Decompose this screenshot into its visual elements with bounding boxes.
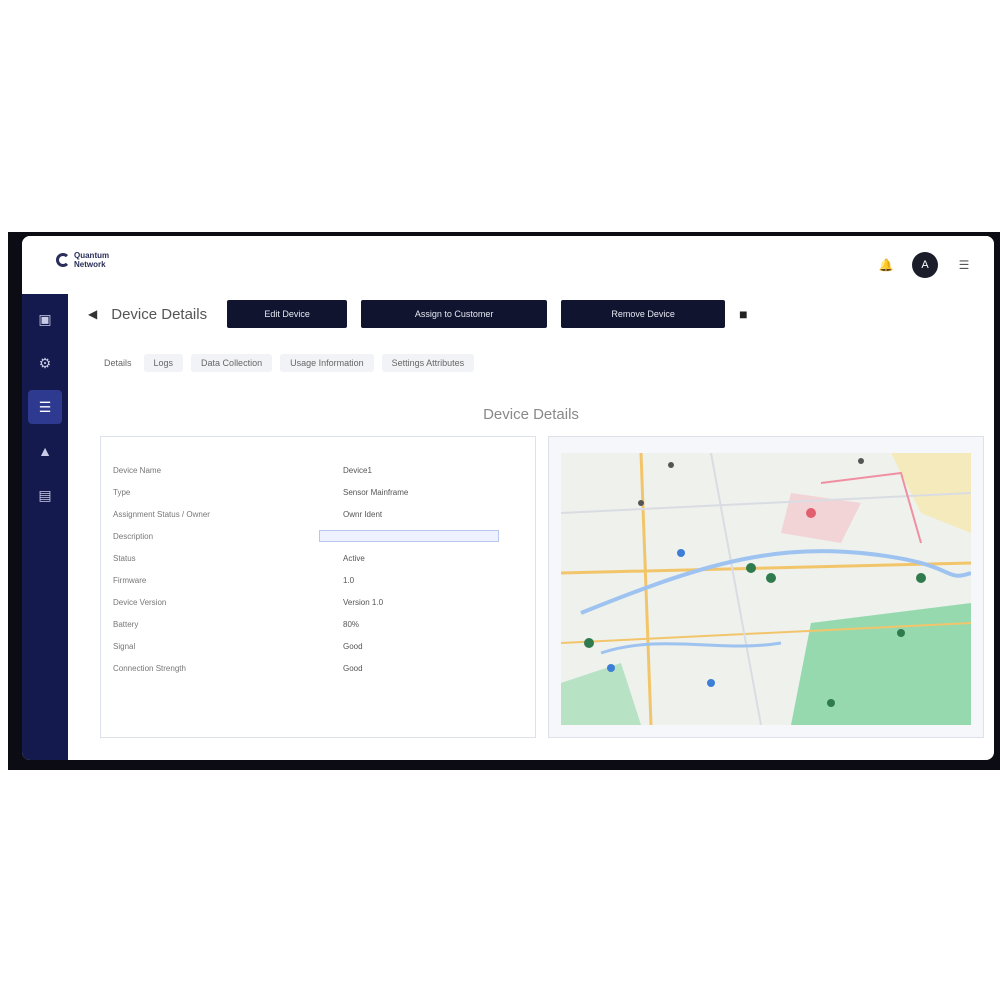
sidebar: ▣ ⚙ ☰ ▲ ▤ xyxy=(22,294,68,760)
list-icon: ☰ xyxy=(38,398,52,415)
detail-value: Good xyxy=(343,641,363,651)
sidebar-item-settings[interactable]: ⚙ xyxy=(28,346,62,380)
detail-key: Description xyxy=(113,531,154,541)
detail-row: Battery 80% xyxy=(113,613,523,635)
detail-value: 80% xyxy=(343,619,360,629)
detail-row: Signal Good xyxy=(113,635,523,657)
dashboard-icon: ▣ xyxy=(38,310,52,327)
detail-key: Battery xyxy=(113,619,139,629)
remove-device-button[interactable]: Remove Device xyxy=(561,300,726,328)
detail-key: Connection Strength xyxy=(113,663,186,673)
detail-key: Status xyxy=(113,553,136,563)
detail-value: 1.0 xyxy=(343,575,355,585)
logo-text-line2: Network xyxy=(74,260,106,269)
sidebar-item-devices[interactable]: ☰ xyxy=(28,390,62,424)
tab-settings-attributes[interactable]: Settings Attributes xyxy=(381,354,475,372)
detail-row: Type Sensor Mainframe xyxy=(113,481,523,503)
section-title: Device Details xyxy=(483,406,579,423)
top-right-actions: 🔔 A ☰ xyxy=(876,252,974,278)
detail-key: Signal xyxy=(113,641,136,651)
detail-row: Connection Strength Good xyxy=(113,657,523,679)
bell-icon[interactable]: 🔔 xyxy=(876,255,896,275)
tab-bar: Details Logs Data Collection Usage Infor… xyxy=(100,354,475,372)
device-map[interactable] xyxy=(561,453,971,725)
edit-device-button[interactable]: Edit Device xyxy=(227,300,348,328)
sidebar-item-analytics[interactable]: ▲ xyxy=(28,434,62,468)
assign-customer-button[interactable]: Assign to Customer xyxy=(361,300,548,328)
detail-value: Ownr Ident xyxy=(343,509,383,519)
tab-usage-information[interactable]: Usage Information xyxy=(280,354,374,372)
detail-row: Assignment Status / Owner Ownr Ident xyxy=(113,503,523,525)
sidebar-item-dashboard[interactable]: ▣ xyxy=(28,302,62,336)
detail-value: Device1 xyxy=(343,465,372,475)
logo-text-line1: Quantum xyxy=(74,251,110,260)
detail-value: Version 1.0 xyxy=(343,597,384,607)
detail-row: Firmware 1.0 xyxy=(113,569,523,591)
tab-details[interactable]: Details xyxy=(100,354,136,372)
main-content: ◀ Device Details Edit Device Assign to C… xyxy=(68,294,994,760)
detail-key: Assignment Status / Owner xyxy=(113,509,210,519)
page-title: Device Details xyxy=(111,305,208,323)
detail-key: Firmware xyxy=(113,575,147,585)
tab-logs[interactable]: Logs xyxy=(143,354,184,372)
details-panel: Device Name Device1 Type Sensor Mainframe … xyxy=(100,436,536,738)
gear-icon: ⚙ xyxy=(38,354,52,371)
logo-icon xyxy=(56,253,70,267)
tab-data-collection[interactable]: Data Collection xyxy=(191,354,273,372)
map-panel xyxy=(548,436,984,738)
chart-icon: ▲ xyxy=(38,443,52,459)
avatar[interactable]: A xyxy=(912,252,938,278)
detail-key: Device Name xyxy=(113,465,162,475)
window-frame: Quantum Network 🔔 A ☰ ▣ ⚙ ☰ ▲ ▤ ◀ Device… xyxy=(8,232,1000,770)
detail-row: Device Name Device1 xyxy=(113,459,523,481)
top-bar: Quantum Network 🔔 A ☰ xyxy=(22,236,994,294)
details-list: Device Name Device1 Type Sensor Mainframe … xyxy=(113,459,523,679)
sidebar-item-reports[interactable]: ▤ xyxy=(28,478,62,512)
app-window: Quantum Network 🔔 A ☰ ▣ ⚙ ☰ ▲ ▤ ◀ Device… xyxy=(22,236,994,760)
app-logo[interactable]: Quantum Network xyxy=(56,251,109,269)
detail-row: Device Version Version 1.0 xyxy=(113,591,523,613)
detail-key: Type xyxy=(113,487,131,497)
document-icon: ▤ xyxy=(38,486,52,503)
more-icon[interactable]: ■ xyxy=(739,306,747,322)
description-field[interactable] xyxy=(319,530,499,542)
detail-value: Active xyxy=(343,553,365,563)
detail-value: Good xyxy=(343,663,363,673)
menu-icon[interactable]: ☰ xyxy=(954,255,974,275)
arrow-left-icon[interactable]: ◀ xyxy=(88,307,97,321)
detail-value: Sensor Mainframe xyxy=(343,487,409,497)
map-graphic xyxy=(561,453,971,725)
detail-key: Device Version xyxy=(113,597,167,607)
page-header: ◀ Device Details Edit Device Assign to C… xyxy=(88,300,748,328)
detail-row: Description xyxy=(113,525,523,547)
detail-row: Status Active xyxy=(113,547,523,569)
